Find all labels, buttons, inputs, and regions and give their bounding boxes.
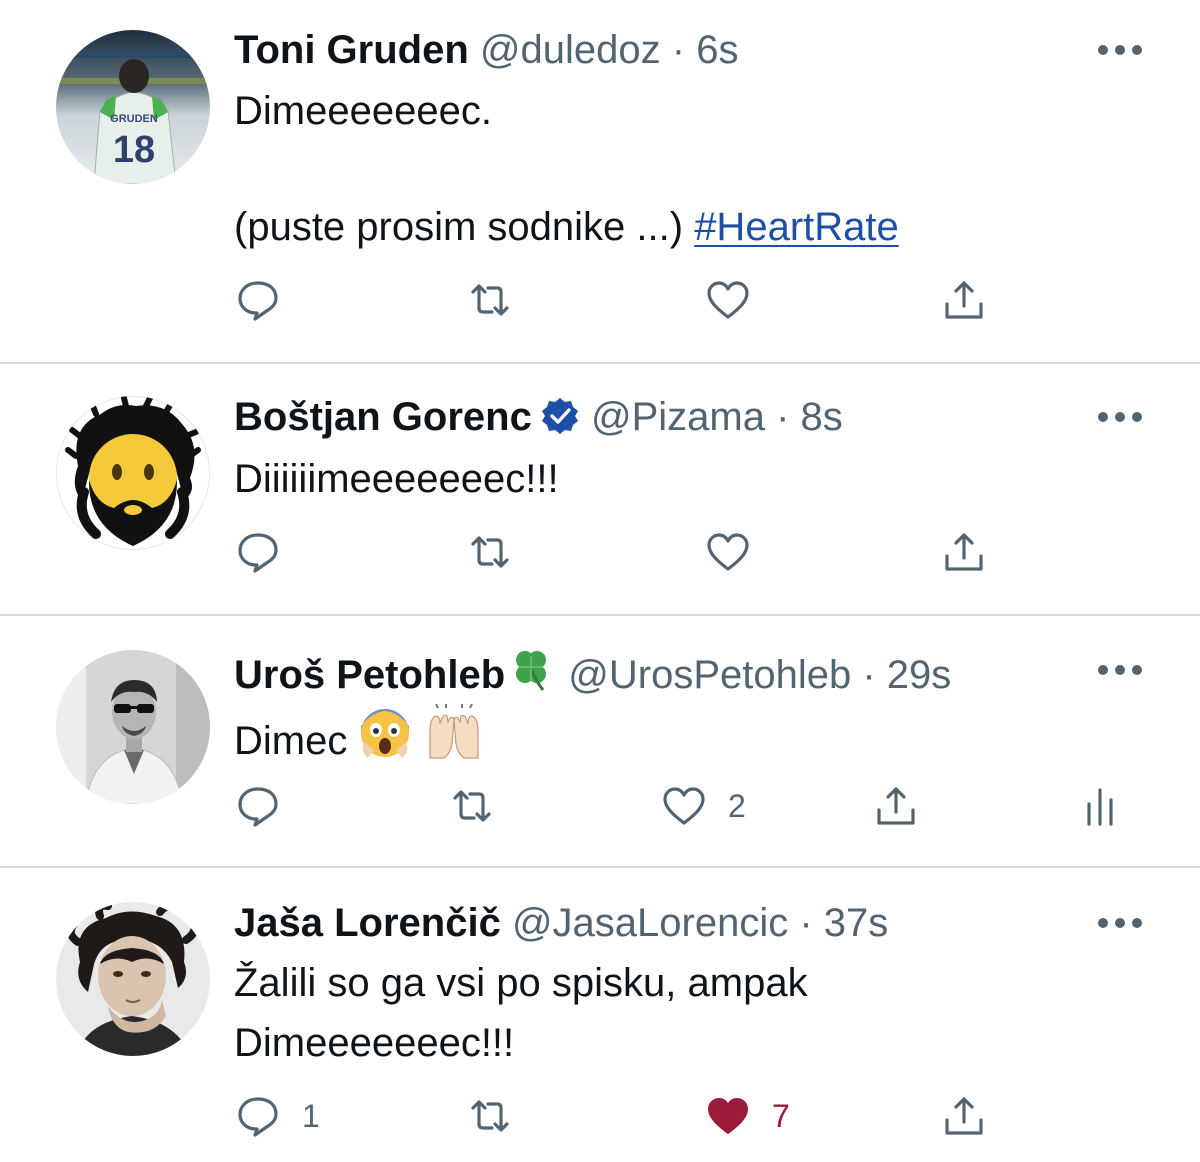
reply-icon [238, 787, 278, 827]
reply-icon [238, 281, 278, 321]
avatar[interactable] [56, 396, 210, 550]
separator: · [851, 653, 887, 697]
four-leaf-clover-icon [516, 651, 547, 691]
timestamp[interactable]: 8s [801, 395, 843, 439]
heart-icon [707, 281, 749, 319]
reply-button[interactable] [236, 278, 302, 322]
retweet-icon [471, 536, 509, 568]
separator: · [788, 901, 824, 945]
heart-filled-icon [708, 1098, 748, 1134]
like-button[interactable] [706, 278, 772, 322]
separator: · [660, 28, 697, 72]
author-name[interactable]: Jaša Lorenčič [234, 901, 501, 945]
separator: · [764, 395, 801, 439]
timestamp[interactable]: 37s [824, 901, 889, 945]
heart-icon [707, 533, 749, 571]
tweet[interactable]: GRUDEN 18 Toni Gruden @duledoz · 6s Dime… [0, 0, 1200, 362]
reply-icon [238, 1097, 278, 1137]
tweet-text-line: (puste prosim sodnike ...) #HeartRate [234, 198, 899, 256]
author-handle[interactable]: @UrosPetohleb [568, 653, 851, 697]
author-name[interactable]: Toni Gruden [234, 28, 469, 72]
face-screaming-in-fear-icon [361, 709, 410, 758]
tweet-header: Boštjan Gorenc @Pizama · 8s [234, 393, 843, 441]
tweet[interactable]: Jaša Lorenčič @JasaLorencic · 37s Žalili… [0, 868, 1200, 1162]
tweet-text-line: Diiiiiimeeeeeeec!!! [234, 457, 559, 501]
timestamp[interactable]: 29s [887, 653, 952, 697]
share-icon [945, 533, 983, 571]
author-handle[interactable]: @duledoz [480, 28, 661, 72]
share-icon [877, 787, 915, 825]
author-name[interactable]: Boštjan Gorenc [234, 395, 532, 439]
author-name[interactable]: Uroš Petohleb [234, 653, 505, 697]
reply-icon [238, 533, 278, 573]
more-options-icon[interactable] [1098, 43, 1142, 57]
share-button[interactable] [874, 784, 918, 828]
retweet-icon [471, 1100, 509, 1132]
tweet-header: Jaša Lorenčič @JasaLorencic · 37s [234, 899, 888, 947]
tweet-text: (puste prosim sodnike ...) [234, 205, 695, 249]
reply-button[interactable] [236, 530, 302, 574]
retweet-button[interactable] [468, 530, 534, 574]
tweet[interactable]: Uroš Petohleb @UrosPetohleb · 29s Dimec … [0, 616, 1200, 866]
tweet-text-line: Dimec [234, 704, 484, 770]
like-count: 2 [728, 787, 746, 824]
jersey-name: GRUDEN [110, 113, 158, 125]
reply-button[interactable] [236, 784, 302, 828]
like-button[interactable]: 2 [662, 784, 746, 828]
avatar[interactable]: GRUDEN 18 [56, 30, 210, 184]
author-handle[interactable]: @Pizama [591, 395, 765, 439]
jersey-number: 18 [113, 129, 155, 171]
retweet-icon [471, 284, 509, 316]
reply-count: 1 [302, 1097, 320, 1134]
like-button[interactable]: 7 [706, 1094, 790, 1138]
retweet-button[interactable] [468, 1094, 534, 1138]
share-button[interactable] [942, 278, 986, 322]
more-options-icon[interactable] [1098, 916, 1142, 930]
like-count: 7 [772, 1097, 790, 1134]
analytics-button[interactable] [1080, 784, 1124, 828]
retweet-icon [453, 790, 491, 822]
like-button[interactable] [706, 530, 772, 574]
reply-button[interactable]: 1 [236, 1094, 320, 1138]
share-button[interactable] [942, 530, 986, 574]
share-icon [945, 281, 983, 319]
heart-icon [663, 787, 705, 825]
more-options-icon[interactable] [1098, 663, 1142, 677]
hashtag-link[interactable]: #HeartRate [694, 205, 899, 249]
retweet-button[interactable] [450, 784, 516, 828]
more-options-icon[interactable] [1098, 410, 1142, 424]
tweet-text: Dimec [234, 719, 359, 763]
tweet-header: Uroš Petohleb @UrosPetohleb · 29s [234, 646, 951, 699]
raising-hands-icon [428, 704, 479, 759]
tweet[interactable]: Boštjan Gorenc @Pizama · 8s Diiiiiimeeee… [0, 364, 1200, 614]
analytics-icon [1087, 788, 1113, 826]
avatar[interactable] [56, 650, 210, 804]
author-handle[interactable]: @JasaLorencic [512, 901, 788, 945]
tweet-text-line: Žalili so ga vsi po spisku, ampak [234, 961, 808, 1005]
timestamp[interactable]: 6s [696, 28, 738, 72]
tweet-text-line: Dimeeeeeeec. [234, 89, 492, 133]
tweet-header: Toni Gruden @duledoz · 6s [234, 26, 738, 74]
verified-badge-icon [541, 398, 578, 434]
avatar[interactable] [56, 902, 210, 1056]
retweet-button[interactable] [468, 278, 534, 322]
share-icon [945, 1097, 983, 1135]
tweet-text-line: Dimeeeeeeec!!! [234, 1021, 515, 1065]
share-button[interactable] [942, 1094, 986, 1138]
